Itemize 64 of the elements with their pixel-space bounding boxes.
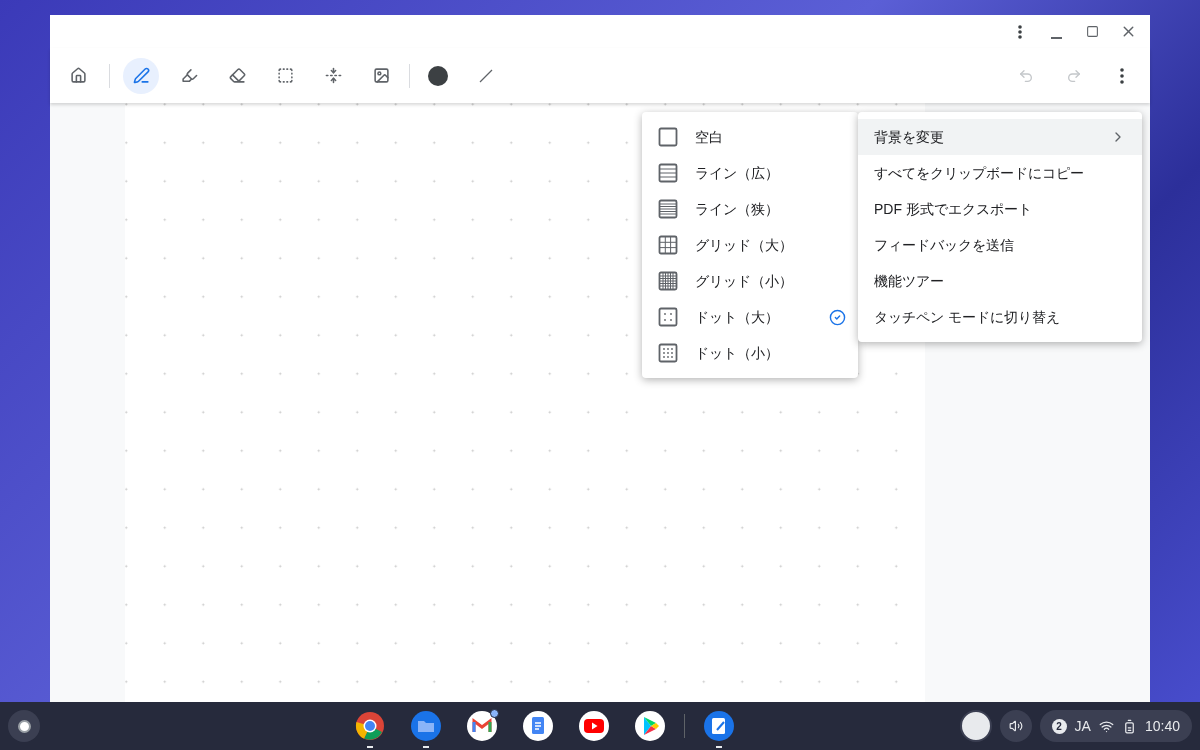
dashed-square-icon: [276, 67, 294, 84]
option-label: 空白: [695, 127, 724, 147]
option-label: ライン（広）: [695, 163, 780, 183]
play-app-icon: [634, 710, 667, 742]
youtube-app-icon: [578, 710, 611, 742]
menu-item-label: PDF 形式でエクスポート: [874, 199, 1033, 219]
option-label: グリッド（小）: [695, 271, 794, 291]
menu-item[interactable]: PDF 形式でエクスポート: [858, 191, 1142, 227]
background-option[interactable]: ライン（狭）: [642, 191, 858, 227]
option-label: グリッド（大）: [695, 235, 794, 255]
menu-item[interactable]: 機能ツアー: [858, 263, 1142, 299]
highlighter-icon: [180, 67, 198, 84]
background-option[interactable]: 空白: [642, 119, 858, 155]
dots-small-pattern-icon: [658, 343, 678, 363]
input-method-label: JA: [1074, 716, 1091, 736]
notification-count: 2: [1051, 718, 1067, 734]
redo-icon: [1066, 67, 1082, 84]
clock-time: 10:40: [1144, 716, 1180, 736]
background-option[interactable]: ドット（小）: [642, 335, 858, 371]
status-tray[interactable]: 2 JA 10:40: [1039, 710, 1192, 742]
menu-item-label: フィードバックを送信: [874, 235, 1015, 255]
menu-item-label: すべてをクリップボードにコピー: [874, 163, 1085, 183]
grid-small-pattern-icon: [658, 271, 678, 291]
color-swatch-icon: [428, 65, 448, 86]
menu-item[interactable]: 背景を変更: [858, 119, 1142, 155]
option-label: ライン（狭）: [695, 199, 780, 219]
background-option[interactable]: ドット（大）: [642, 299, 858, 335]
docs-app-icon: [522, 710, 555, 742]
canvas-app-icon: [703, 710, 736, 742]
pen-icon: [132, 67, 150, 84]
more-icon: [1120, 67, 1124, 84]
option-label: ドット（小）: [695, 343, 780, 363]
menu-item-label: 背景を変更: [874, 127, 945, 147]
stroke-width-icon: [479, 68, 493, 83]
image-icon: [372, 67, 390, 84]
menu-item[interactable]: フィードバックを送信: [858, 227, 1142, 263]
toolbar-button[interactable]: [123, 57, 159, 94]
maximize-icon: [1085, 25, 1099, 38]
audio-button[interactable]: [999, 710, 1032, 742]
minimize-icon: [1050, 36, 1062, 39]
menu-item-label: 機能ツアー: [874, 271, 945, 291]
undo-icon: [1018, 67, 1034, 84]
eraser-icon: [228, 67, 246, 84]
lines-wide-pattern-icon: [658, 163, 678, 183]
more-icon: [1018, 24, 1022, 39]
wifi-icon: [1098, 718, 1114, 734]
vertical-space-icon: [324, 67, 342, 84]
background-option[interactable]: グリッド（小）: [642, 263, 858, 299]
background-option[interactable]: グリッド（大）: [642, 227, 858, 263]
blank-pattern-icon: [658, 127, 678, 147]
launcher-button[interactable]: [8, 710, 40, 742]
menu-item[interactable]: すべてをクリップボードにコピー: [858, 155, 1142, 191]
option-label: ドット（大）: [695, 307, 780, 327]
menu-item[interactable]: タッチペン モードに切り替え: [858, 299, 1142, 335]
lines-narrow-pattern-icon: [658, 199, 678, 219]
home-icon: [69, 67, 87, 84]
chrome-app-icon: [354, 710, 387, 742]
gmail-app-icon: [466, 710, 499, 742]
dots-large-pattern-icon: [658, 307, 678, 327]
speaker-icon: [1008, 719, 1023, 733]
files-app-icon: [410, 710, 443, 742]
grid-large-pattern-icon: [658, 235, 678, 255]
menu-item-label: タッチペン モードに切り替え: [874, 307, 1061, 327]
background-option[interactable]: ライン（広）: [642, 155, 858, 191]
